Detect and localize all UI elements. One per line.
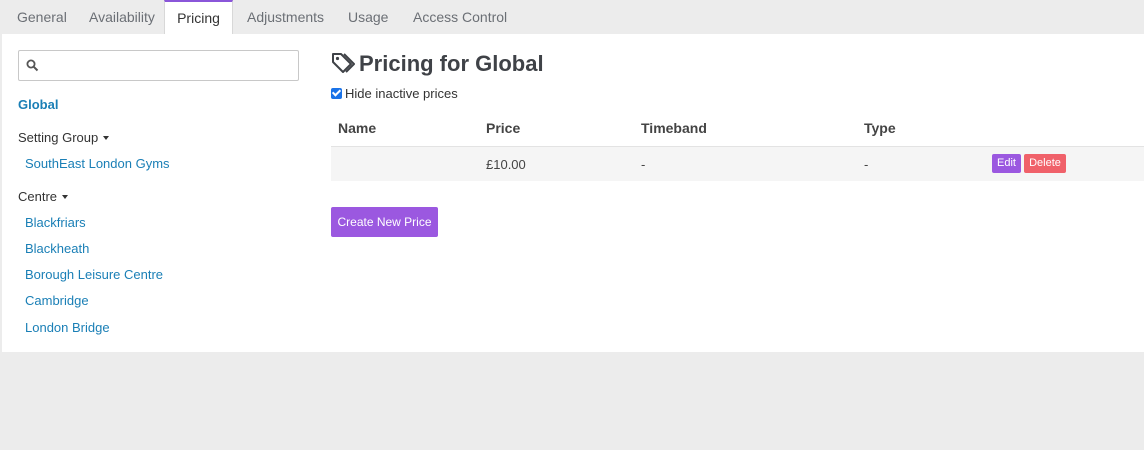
delete-button[interactable]: Delete <box>1024 154 1066 173</box>
tags-icon <box>332 53 355 73</box>
column-header-price: Price <box>486 120 521 136</box>
edit-button[interactable]: Edit <box>992 154 1021 173</box>
caret-down-icon <box>103 135 110 140</box>
sidebar-item-borough-leisure-centre[interactable]: Borough Leisure Centre <box>25 267 163 282</box>
hide-inactive-label: Hide inactive prices <box>345 86 458 101</box>
cell-timeband: - <box>641 157 646 172</box>
search-box[interactable] <box>18 50 299 81</box>
tab-access-control[interactable]: Access Control <box>413 0 507 34</box>
setting-group-label: Setting Group <box>18 130 99 145</box>
table-row <box>331 147 1144 181</box>
sidebar-item-southeast-london-gyms[interactable]: SouthEast London Gyms <box>25 156 170 171</box>
centre-group-label: Centre <box>18 189 58 204</box>
tab-availability[interactable]: Availability <box>89 0 155 34</box>
sidebar-item-london-bridge[interactable]: London Bridge <box>25 320 110 335</box>
cell-type: - <box>864 157 869 172</box>
page-title: Pricing for Global <box>359 51 544 76</box>
tab-pricing[interactable]: Pricing <box>164 0 233 35</box>
cell-price: £10.00 <box>486 157 526 172</box>
hide-inactive-checkbox[interactable] <box>331 88 342 99</box>
tab-bar: General Availability Pricing Adjustments… <box>0 0 1144 35</box>
sidebar-item-blackheath[interactable]: Blackheath <box>25 241 89 256</box>
tab-usage[interactable]: Usage <box>348 0 388 34</box>
sidebar-item-cambridge[interactable]: Cambridge <box>25 293 89 308</box>
setting-group-toggle[interactable]: Setting Group <box>18 130 110 145</box>
column-header-name: Name <box>338 120 377 136</box>
sidebar-item-blackfriars[interactable]: Blackfriars <box>25 215 86 230</box>
sidebar-item-global[interactable]: Global <box>18 97 58 112</box>
tab-adjustments[interactable]: Adjustments <box>247 0 324 34</box>
column-header-type: Type <box>864 120 896 136</box>
search-icon <box>26 59 39 72</box>
column-header-timeband: Timeband <box>641 120 707 136</box>
pricing-panel: Global Setting Group SouthEast London Gy… <box>2 34 1144 352</box>
caret-down-icon <box>62 194 69 199</box>
search-input[interactable] <box>43 52 293 79</box>
centre-group-toggle[interactable]: Centre <box>18 189 69 204</box>
tab-general[interactable]: General <box>17 0 67 34</box>
create-new-price-button[interactable]: Create New Price <box>331 207 438 237</box>
